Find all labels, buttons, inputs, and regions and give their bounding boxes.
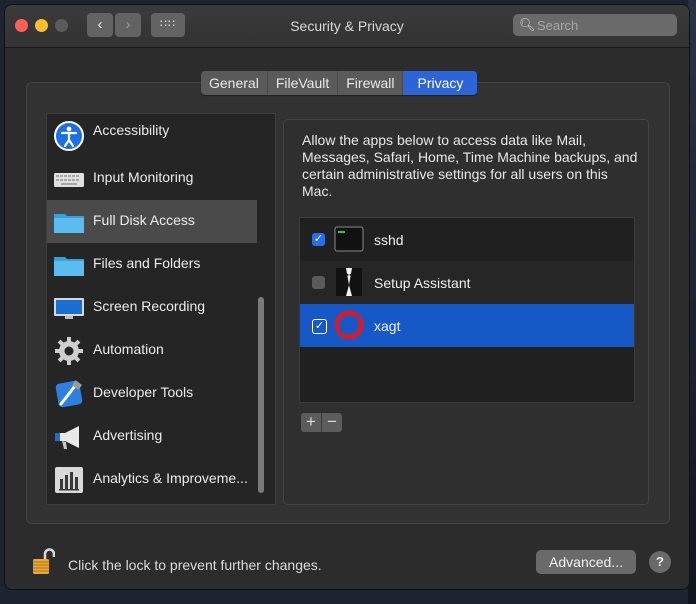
sidebar-item-label: Input Monitoring [93, 169, 194, 185]
detail-pane: Allow the apps below to access data like… [283, 119, 649, 505]
sidebar-item-automation[interactable]: Automation [47, 329, 257, 372]
tab-general[interactable]: General [201, 71, 268, 95]
add-app-button[interactable]: + [301, 413, 322, 432]
preferences-window: ‹ › ∷∷ Security & Privacy 🔍︎ Search Gene… [5, 5, 689, 589]
folder-icon [54, 257, 84, 276]
bar-chart-icon [55, 467, 83, 493]
app-checkbox[interactable]: ✓ [312, 233, 325, 246]
sidebar-item-label: Screen Recording [93, 298, 206, 314]
sidebar-item-advertising[interactable]: Advertising [47, 415, 257, 458]
xagt-icon [334, 310, 364, 340]
sidebar-item-label: Advertising [93, 427, 163, 443]
tab-filevault[interactable]: FileVault [268, 71, 339, 95]
app-list: ✓ sshd Setup Assistant ✓ xagt [299, 217, 635, 403]
accessibility-icon [54, 121, 84, 151]
app-checkbox[interactable]: ✓ [312, 319, 327, 334]
tab-firewall[interactable]: Firewall [338, 71, 404, 95]
tuxedo-icon [336, 268, 362, 296]
search-placeholder: Search [537, 18, 579, 33]
sidebar-item-screen-recording[interactable]: Screen Recording [47, 286, 257, 329]
sidebar-item-label: Analytics & Improveme... [93, 470, 248, 486]
list-controls: + − [301, 413, 342, 432]
tab-privacy[interactable]: Privacy [403, 71, 478, 95]
sidebar-item-label: Files and Folders [93, 255, 201, 271]
help-button[interactable]: ? [649, 551, 671, 573]
xcode-icon [55, 380, 83, 408]
desktop-background [688, 0, 696, 604]
sidebar-item-label: Full Disk Access [93, 212, 195, 228]
app-name: xagt [374, 318, 401, 334]
display-icon [54, 298, 84, 319]
terminal-icon [334, 226, 364, 252]
app-name: Setup Assistant [374, 275, 471, 291]
sidebar-item-input-monitoring[interactable]: Input Monitoring [47, 157, 257, 200]
keyboard-icon [54, 173, 84, 187]
title-bar: ‹ › ∷∷ Security & Privacy 🔍︎ Search [5, 5, 689, 48]
search-field[interactable]: 🔍︎ Search [513, 14, 677, 36]
lock-icon[interactable] [33, 547, 55, 575]
sidebar-item-accessibility[interactable]: Accessibility [47, 114, 257, 157]
app-row-sshd[interactable]: ✓ sshd [300, 218, 634, 261]
privacy-category-list: Accessibility Input Monitoring Full Disk… [46, 113, 276, 505]
app-row-setup-assistant[interactable]: Setup Assistant [300, 261, 634, 304]
search-icon: 🔍︎ [519, 17, 536, 32]
tab-bar: General FileVault Firewall Privacy [201, 71, 478, 95]
sidebar-scrollbar[interactable] [258, 297, 264, 493]
gear-icon [55, 337, 83, 365]
sidebar-item-label: Automation [93, 341, 164, 357]
remove-app-button[interactable]: − [322, 413, 342, 432]
advanced-button[interactable]: Advanced... [536, 550, 636, 574]
sidebar-item-label: Developer Tools [93, 384, 194, 400]
sidebar-item-files-and-folders[interactable]: Files and Folders [47, 243, 257, 286]
permission-description: Allow the apps below to access data like… [302, 132, 638, 199]
sidebar-item-analytics[interactable]: Analytics & Improveme... [47, 458, 257, 501]
sidebar-item-developer-tools[interactable]: Developer Tools [47, 372, 257, 415]
sidebar-item-label: Accessibility [93, 122, 170, 138]
sidebar-item-full-disk-access[interactable]: Full Disk Access [47, 200, 257, 243]
lock-status-text: Click the lock to prevent further change… [68, 557, 322, 573]
app-checkbox[interactable] [312, 276, 325, 289]
folder-icon [54, 214, 84, 233]
megaphone-icon [55, 426, 79, 449]
app-row-xagt[interactable]: ✓ xagt [300, 304, 634, 347]
app-name: sshd [374, 232, 404, 248]
